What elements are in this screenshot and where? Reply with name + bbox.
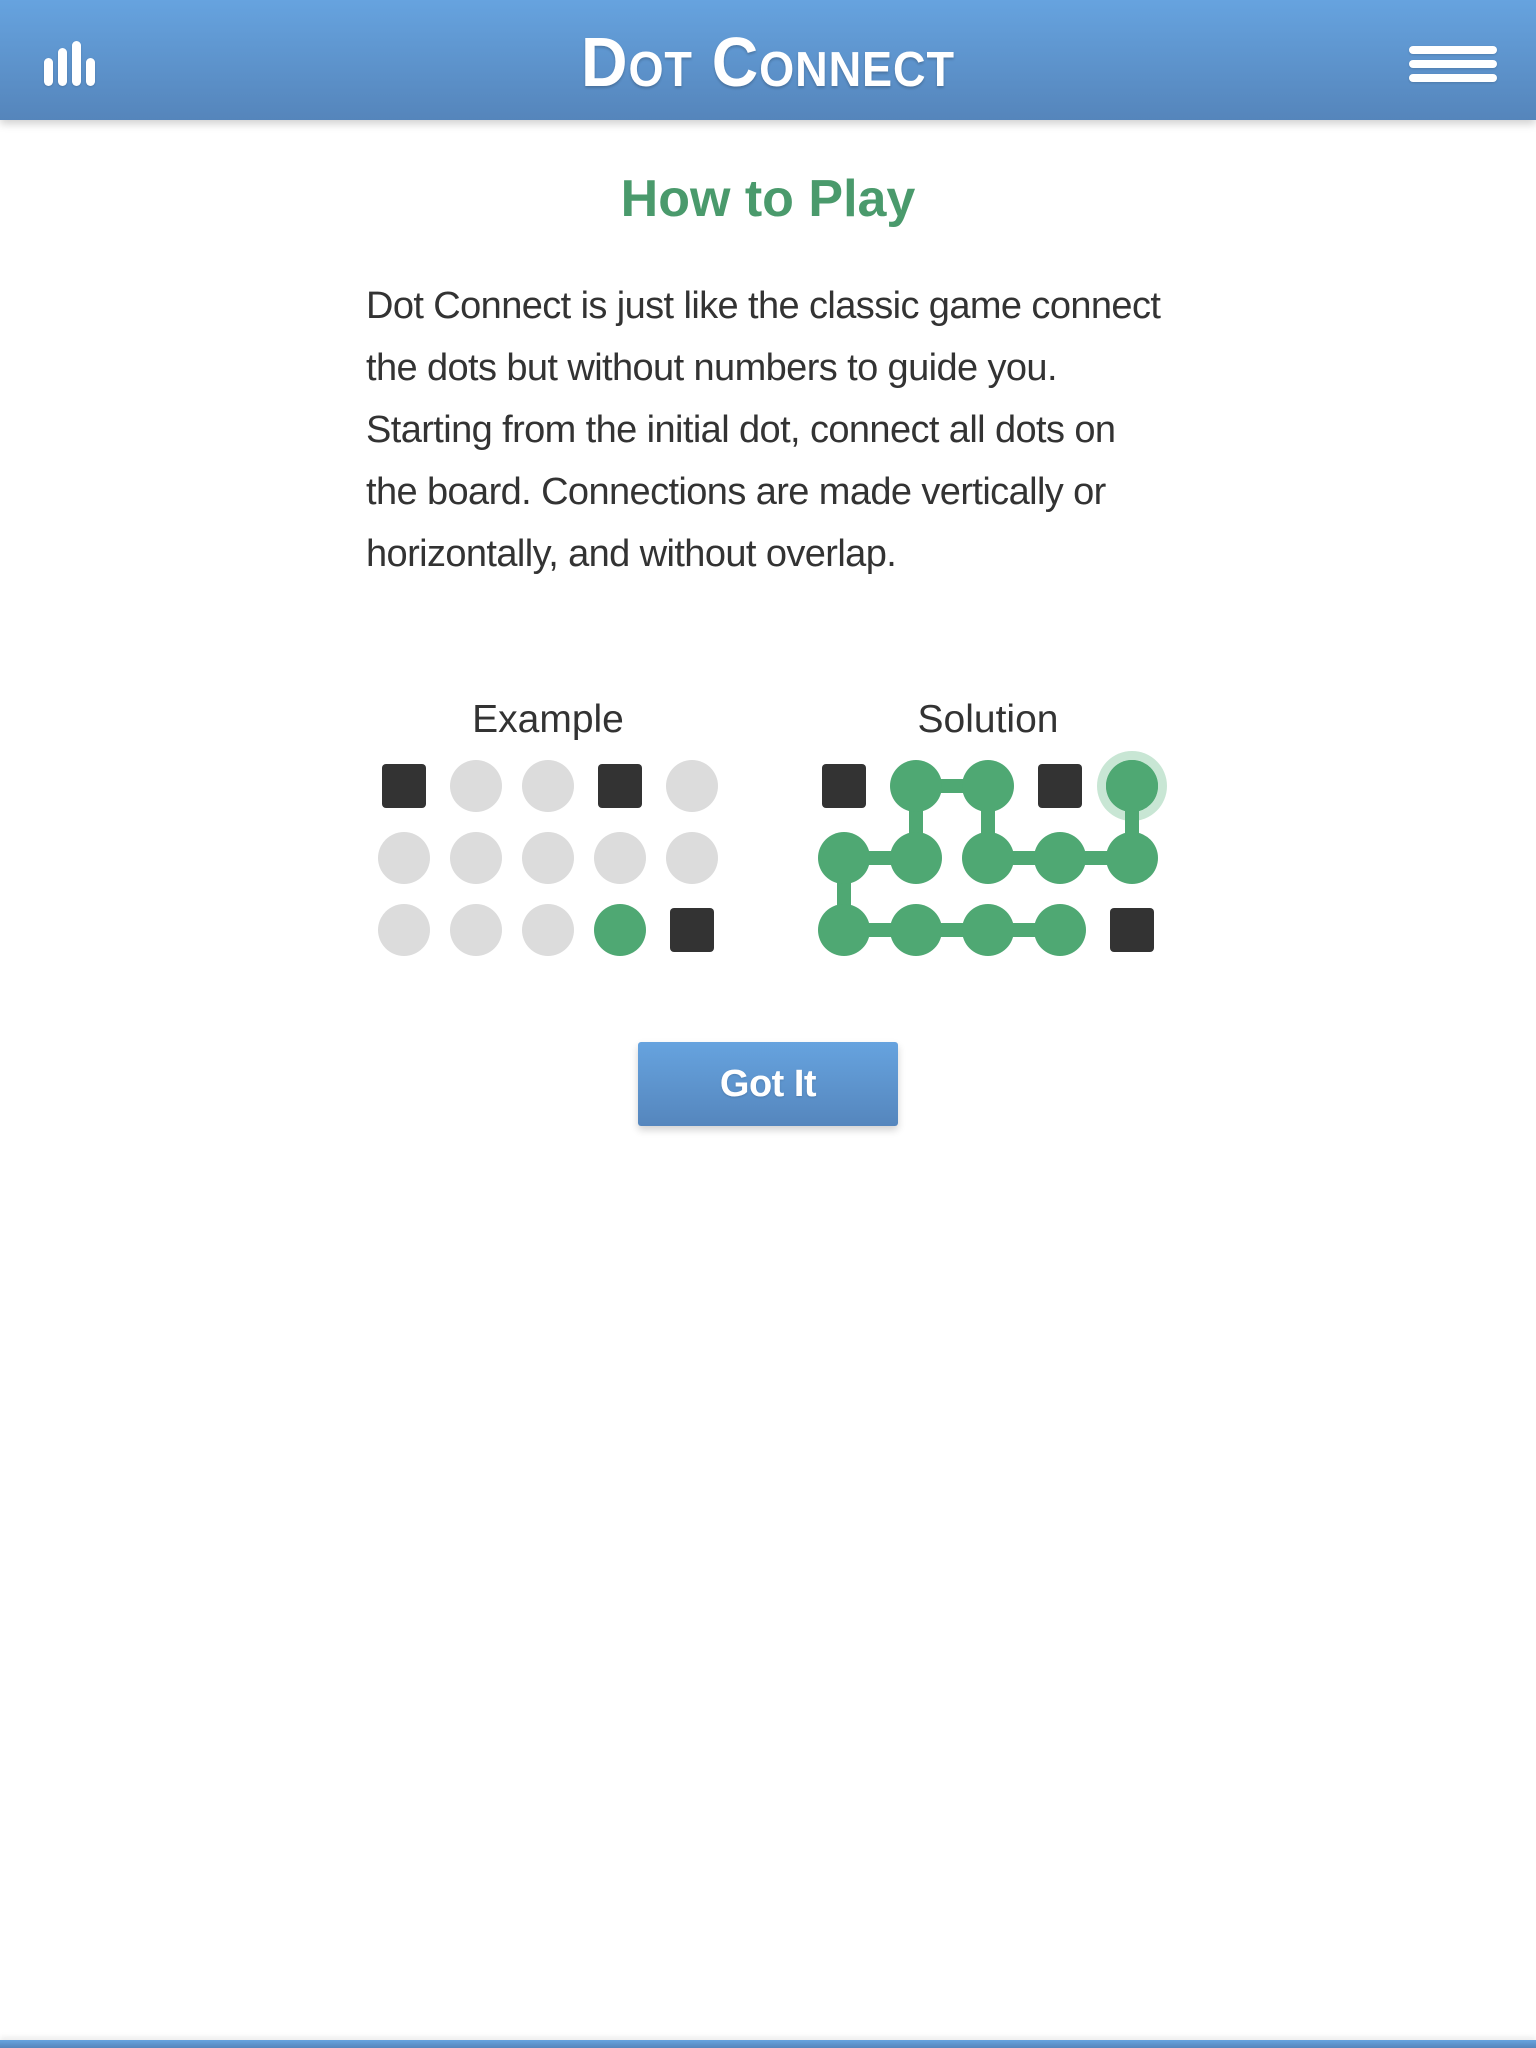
solution-filled-dot [962, 904, 1014, 956]
example-empty-dot [378, 832, 430, 884]
hamburger-menu-icon[interactable] [1409, 42, 1497, 82]
stats-bar [44, 58, 53, 86]
example-start-dot [594, 904, 646, 956]
example-empty-dot [450, 904, 502, 956]
example-empty-dot [666, 760, 718, 812]
solution-filled-dot [962, 760, 1014, 812]
example-blocked-cell [598, 764, 642, 808]
solution-filled-dot [1034, 832, 1086, 884]
got-it-button[interactable]: Got It [638, 1042, 898, 1126]
solution-current-dot-halo [1097, 751, 1167, 821]
solution-filled-dot [962, 832, 1014, 884]
example-label: Example [472, 698, 624, 741]
solution-filled-dot [1034, 904, 1086, 956]
solution-filled-dot [890, 904, 942, 956]
app-title: Dot Connect [581, 23, 955, 101]
example-empty-dot [594, 832, 646, 884]
solution-current-dot [1106, 760, 1158, 812]
example-blocked-cell [670, 908, 714, 952]
example-empty-dot [450, 832, 502, 884]
example-empty-dot [522, 760, 574, 812]
example-empty-dot [522, 832, 574, 884]
example-blocked-cell [382, 764, 426, 808]
example-empty-dot [522, 904, 574, 956]
solution-filled-dot [818, 832, 870, 884]
footer-bar [0, 2040, 1536, 2048]
example-empty-dot [450, 760, 502, 812]
solution-blocked-cell [822, 764, 866, 808]
menu-line [1409, 60, 1497, 68]
solution-blocked-cell [1038, 764, 1082, 808]
solution-blocked-cell [1110, 908, 1154, 952]
instructions-text: Dot Connect is just like the classic gam… [366, 285, 1161, 575]
solution-filled-dot [890, 760, 942, 812]
solution-filled-dot [1106, 832, 1158, 884]
solution-current-dot [1106, 760, 1158, 812]
menu-line [1409, 74, 1497, 82]
example-empty-dot [378, 904, 430, 956]
solution-filled-dot [890, 832, 942, 884]
example-empty-dot [666, 832, 718, 884]
how-to-play-title: How to Play [620, 170, 916, 228]
solution-filled-dot [818, 904, 870, 956]
solution-label: Solution [917, 698, 1059, 741]
menu-line [1409, 46, 1497, 54]
app-header: Dot Connect [0, 0, 1536, 120]
